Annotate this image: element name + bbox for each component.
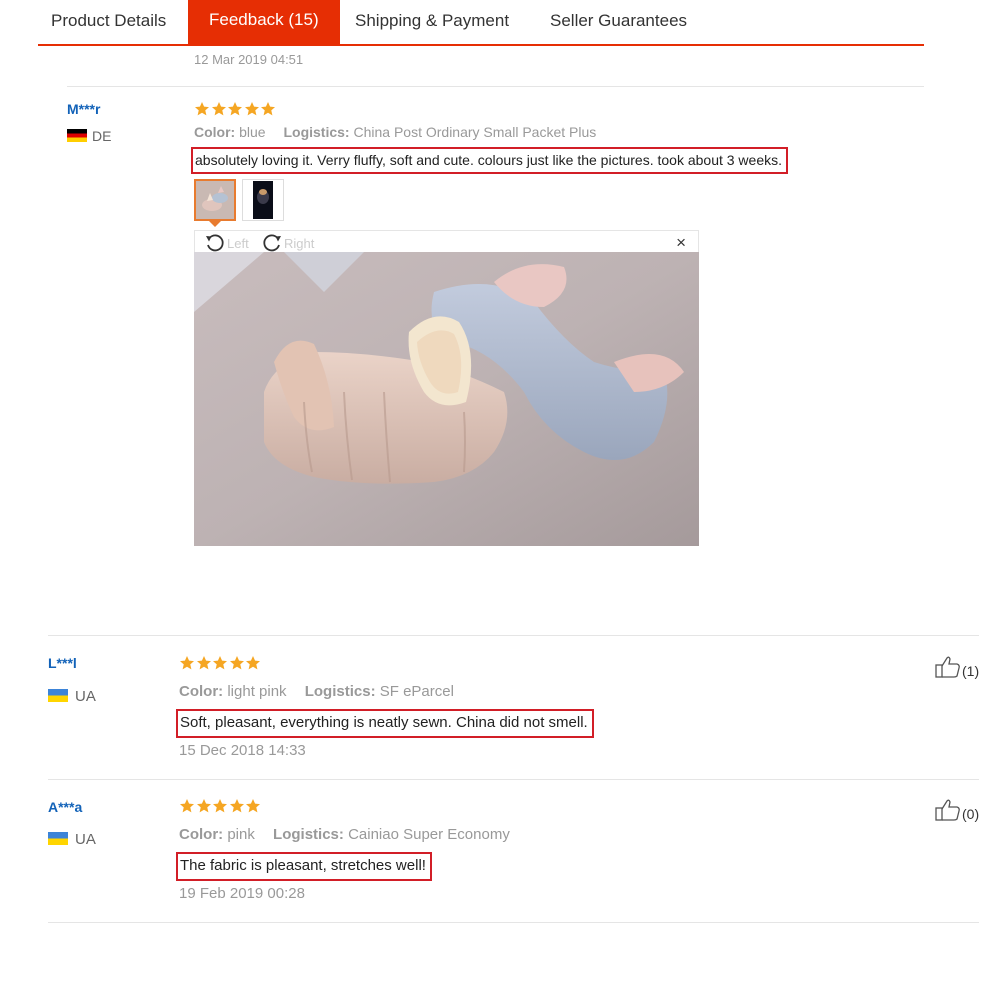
flag-ua-icon [48,689,68,702]
star-icon [244,101,260,117]
rating-stars [179,798,262,814]
rotate-left-icon [206,234,224,252]
star-icon [212,798,228,814]
reviewer-name[interactable]: M***r [67,101,100,117]
star-icon [260,101,276,117]
rotate-left-label: Left [227,235,249,251]
tab-shipping-payment[interactable]: Shipping & Payment [355,0,509,44]
order-attributes: Color: pink Logistics: Cainiao Super Eco… [179,826,510,843]
logistics-key: Logistics: [283,124,350,140]
reviewer-country: UA [75,688,96,705]
review-date: 15 Dec 2018 14:33 [179,742,306,759]
star-icon [196,655,212,671]
color-key: Color: [179,826,224,843]
close-icon[interactable]: × [676,233,686,253]
reviewer-name[interactable]: L***l [48,655,77,671]
tab-seller-guarantees[interactable]: Seller Guarantees [550,0,687,44]
logistics-value: Cainiao Super Economy [348,826,510,843]
previous-review-date: 12 Mar 2019 04:51 [194,52,304,67]
order-attributes: Color: light pink Logistics: SF eParcel [179,683,454,700]
star-icon [194,101,210,117]
logistics-key: Logistics: [273,826,344,843]
reviewer-country: DE [92,128,112,144]
photo-viewer-toolbar: Left Right × [194,230,699,252]
star-icon [245,798,261,814]
review-photo-large [194,252,699,546]
rating-stars [194,101,277,117]
divider [48,635,979,636]
rotate-right-button[interactable]: Right [261,233,314,253]
flag-de-icon [67,129,87,142]
review-text: The fabric is pleasant, stretches well! [176,852,432,881]
star-icon [211,101,227,117]
color-key: Color: [179,683,224,700]
reviewer-country: UA [75,831,96,848]
star-icon [196,798,212,814]
star-icon [229,798,245,814]
tab-feedback[interactable]: Feedback (15) [188,0,340,44]
star-icon [179,655,195,671]
selected-thumbnail-pointer [209,221,221,227]
rating-stars [179,655,262,671]
divider [48,922,979,923]
rotate-right-label: Right [284,235,315,251]
color-value: blue [239,124,266,140]
color-value: light pink [227,683,287,700]
rotate-left-button[interactable]: Left [204,233,249,253]
thumbs-up-icon [935,799,960,821]
review-text: absolutely loving it. Verry fluffy, soft… [191,147,789,174]
helpful-button[interactable]: (1) [935,655,979,679]
flag-ua-icon [48,832,68,845]
divider [48,779,979,780]
order-attributes: Color: blue Logistics: China Post Ordina… [194,124,596,140]
divider [67,86,924,87]
helpful-count: (1) [962,663,980,679]
review-photo-thumbnail[interactable] [242,179,284,221]
helpful-button[interactable]: (0) [935,798,979,822]
logistics-value: China Post Ordinary Small Packet Plus [353,124,597,140]
tab-product-details[interactable]: Product Details [51,0,166,44]
review-photo-thumbnail[interactable] [194,179,236,221]
star-icon [179,798,195,814]
helpful-count: (0) [962,806,980,822]
logistics-value: SF eParcel [379,683,454,700]
star-icon [212,655,228,671]
rotate-right-icon [263,234,281,252]
tab-bar: Product Details Feedback (15) Shipping &… [38,0,924,46]
color-key: Color: [194,124,236,140]
review-text: Soft, pleasant, everything is neatly sew… [176,709,594,738]
star-icon [245,655,261,671]
color-value: pink [227,826,255,843]
star-icon [227,101,243,117]
reviewer-name[interactable]: A***a [48,799,82,815]
logistics-key: Logistics: [304,683,376,700]
review-date: 19 Feb 2019 00:28 [179,885,305,902]
thumbs-up-icon [935,656,960,678]
star-icon [229,655,245,671]
